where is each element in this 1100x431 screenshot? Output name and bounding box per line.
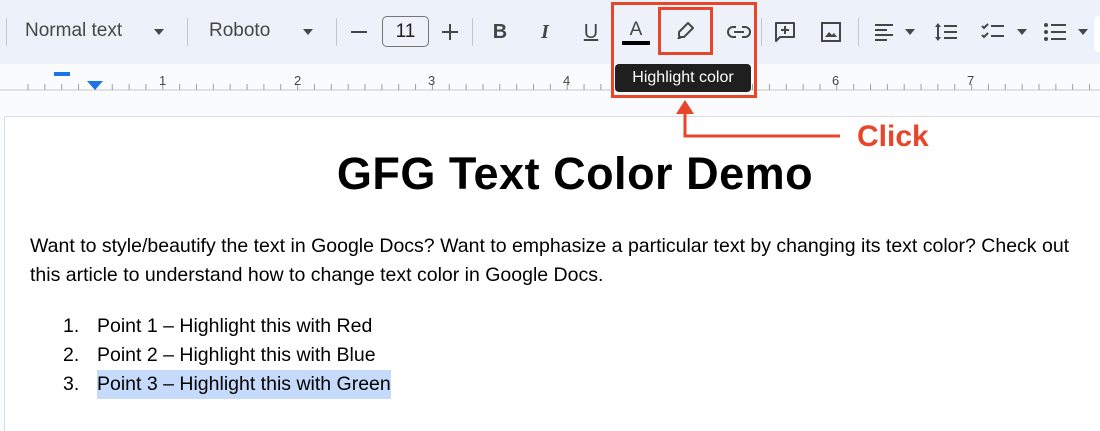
ruler-number: 4 — [563, 73, 571, 88]
checklist-icon — [981, 23, 1004, 39]
bulleted-list-icon — [1044, 23, 1066, 41]
ruler-number: 7 — [967, 73, 975, 88]
bulleted-list-button[interactable] — [1042, 16, 1068, 48]
image-icon — [821, 22, 841, 42]
list-number: 1. — [63, 315, 80, 337]
document-title[interactable]: GFG Text Color Demo — [0, 148, 1100, 200]
list-item-text-selected[interactable]: Point 3 – Highlight this with Green — [97, 370, 391, 399]
click-annotation-label: Click — [857, 120, 929, 153]
add-comment-button[interactable] — [772, 16, 798, 48]
align-button[interactable] — [872, 16, 896, 48]
ruler-number: 1 — [159, 73, 167, 88]
toolbar-divider — [761, 18, 762, 46]
document-paragraph[interactable]: Want to style/beautify the text in Googl… — [30, 232, 1100, 290]
list-number: 2. — [63, 344, 80, 366]
paragraph-style-dropdown-label[interactable]: Normal text — [25, 20, 122, 42]
bold-button[interactable]: B — [488, 16, 512, 48]
chevron-down-icon[interactable] — [154, 29, 164, 35]
toolbar-divider — [858, 18, 859, 46]
toolbar-divider — [6, 18, 7, 46]
toolbar-divider — [472, 18, 473, 46]
chevron-down-icon[interactable] — [303, 29, 313, 35]
toolbar-overflow-edge — [1094, 16, 1100, 52]
chevron-down-icon[interactable] — [1078, 29, 1088, 35]
align-left-icon — [875, 24, 893, 41]
checklist-button[interactable] — [980, 16, 1006, 48]
toolbar: Normal text Roboto 11 B I U A — [0, 0, 1100, 64]
font-family-dropdown-label[interactable]: Roboto — [209, 20, 270, 42]
annotation-inner-box — [658, 7, 713, 55]
toolbar-divider — [187, 18, 188, 46]
increase-font-size-button[interactable] — [439, 16, 461, 48]
horizontal-ruler[interactable]: 1 2 3 4 6 7 — [0, 64, 1100, 102]
first-line-indent-marker[interactable] — [54, 72, 70, 76]
underline-button[interactable]: U — [579, 16, 603, 48]
ruler-number: 6 — [832, 73, 840, 88]
plus-icon — [442, 24, 458, 40]
toolbar-divider — [336, 18, 337, 46]
add-comment-icon — [775, 22, 795, 42]
annotation-arrow — [676, 100, 840, 138]
line-spacing-button[interactable] — [933, 16, 959, 48]
decrease-font-size-button[interactable] — [348, 16, 370, 48]
chevron-down-icon[interactable] — [905, 29, 915, 35]
font-size-input[interactable]: 11 — [382, 16, 429, 47]
list-item-text[interactable]: Point 2 – Highlight this with Blue — [97, 341, 376, 370]
chevron-down-icon[interactable] — [1017, 29, 1027, 35]
insert-image-button[interactable] — [818, 16, 844, 48]
list-number: 3. — [63, 373, 80, 395]
line-spacing-icon — [935, 23, 957, 41]
left-indent-marker[interactable] — [87, 81, 103, 90]
ruler-number: 3 — [428, 73, 436, 88]
italic-button[interactable]: I — [533, 16, 557, 48]
list-item-text[interactable]: Point 1 – Highlight this with Red — [97, 312, 372, 341]
minus-icon — [351, 31, 367, 33]
ruler-number: 2 — [294, 73, 302, 88]
